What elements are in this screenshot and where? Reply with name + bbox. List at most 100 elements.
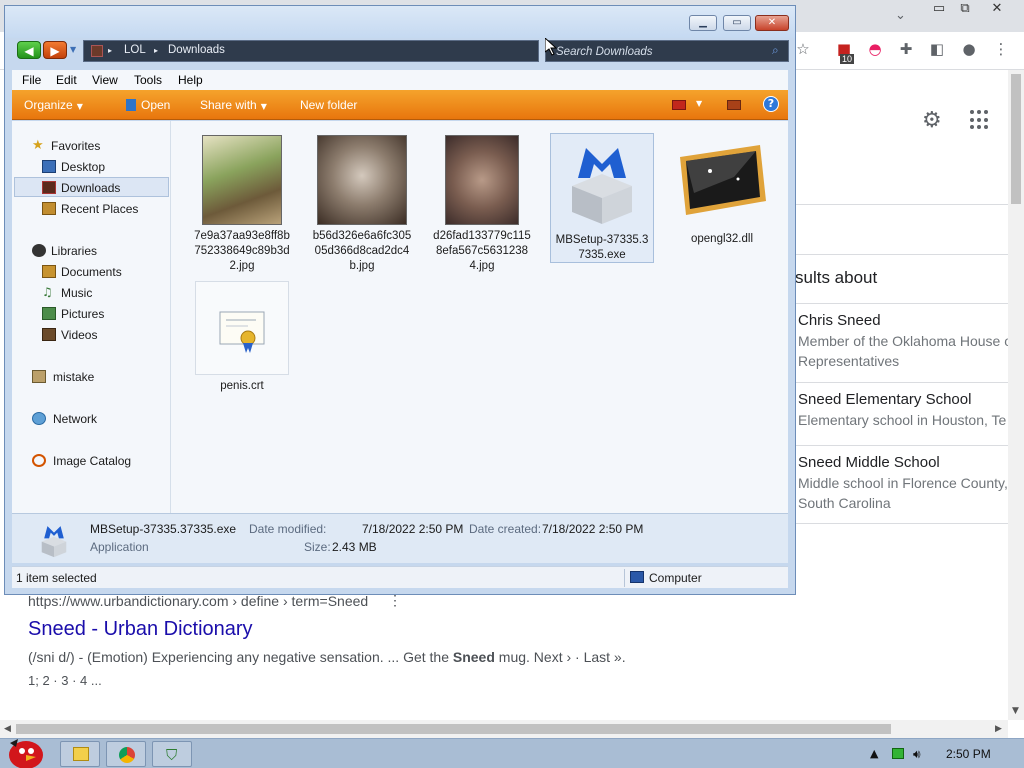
file-item[interactable]: penis.crt <box>190 279 294 394</box>
nav-desktop[interactable]: Desktop <box>14 157 169 177</box>
organize-button[interactable]: Organize ▼ <box>24 98 83 112</box>
file-list: 7e9a37aa93e8ff8b752338649c89b3d2.jpg b56… <box>172 121 788 513</box>
status-location: Computer <box>649 571 702 585</box>
entity-subtitle: Middle school in Florence County, South … <box>798 475 1008 511</box>
vertical-scroll-thumb[interactable] <box>1011 74 1021 204</box>
menu-help[interactable]: Help <box>178 73 203 87</box>
help-icon[interactable]: ? <box>763 96 779 112</box>
horizontal-scroll-thumb[interactable] <box>16 724 891 734</box>
start-button-angry-bird-icon[interactable] <box>4 733 46 768</box>
tab-search-chevron-icon[interactable]: ⌄ <box>895 8 906 23</box>
menu-tools[interactable]: Tools <box>134 73 162 87</box>
mouse-cursor-icon <box>545 38 557 56</box>
file-item[interactable]: b56d326e6a6fc30505d366d8cad2dc4b.jpg <box>310 131 414 274</box>
browser-close-button[interactable]: ✕ <box>986 2 1008 16</box>
nav-favorites[interactable]: ★ Favorites <box>14 136 169 156</box>
folder-icon <box>73 747 89 761</box>
result-title-link[interactable]: Sneed - Urban Dictionary <box>28 618 253 641</box>
explorer-titlebar[interactable]: ▁ ▭ ✕ <box>5 6 795 38</box>
breadcrumb-lol[interactable]: LOL <box>124 44 146 56</box>
nav-pictures[interactable]: Pictures <box>14 304 169 324</box>
breadcrumb-separator-icon[interactable]: ▸ <box>108 46 112 55</box>
scroll-right-arrow-icon[interactable]: ▶ <box>995 724 1002 734</box>
menu-file[interactable]: File <box>22 73 41 87</box>
certificate-thumb <box>195 281 289 375</box>
preview-pane-icon[interactable] <box>727 100 741 110</box>
result-url[interactable]: https://www.urbandictionary.com › define… <box>28 593 368 609</box>
extensions-puzzle-icon[interactable]: ✚ <box>895 40 917 62</box>
nav-recent-places[interactable]: Recent Places <box>14 199 169 219</box>
view-options-chevron-icon[interactable]: ▼ <box>696 99 702 108</box>
maximize-button[interactable]: ▭ <box>723 15 751 31</box>
nav-image-catalog[interactable]: Image Catalog <box>14 451 169 471</box>
extension-flag-icon[interactable]: ◓ <box>864 40 886 62</box>
share-with-button[interactable]: Share with ▼ <box>200 98 267 112</box>
minimize-button[interactable]: ▁ <box>689 15 717 31</box>
scroll-down-arrow-icon[interactable]: ▼ <box>1012 706 1019 716</box>
google-apps-grid-icon[interactable] <box>970 110 990 130</box>
nav-label: Downloads <box>61 181 121 195</box>
breadcrumb-separator-icon[interactable]: ▸ <box>154 46 158 55</box>
nav-label: Videos <box>61 328 98 342</box>
related-entity-chris-sneed[interactable]: Chris Sneed Member of the Oklahoma House… <box>795 303 1008 383</box>
file-item[interactable]: 7e9a37aa93e8ff8b752338649c89b3d2.jpg <box>190 131 294 274</box>
nav-music[interactable]: ♫ Music <box>14 283 169 303</box>
taskbar-clock[interactable]: 2:50 PM <box>946 747 991 761</box>
chevron-down-icon: ▼ <box>76 102 83 111</box>
browser-menu-icon[interactable]: ⋮ <box>990 40 1012 62</box>
forward-button[interactable]: ▶ <box>43 41 67 59</box>
search-settings-gear-icon[interactable]: ⚙ <box>922 108 942 133</box>
menu-view[interactable]: View <box>92 73 118 87</box>
nav-mistake[interactable]: mistake <box>14 367 169 387</box>
close-button[interactable]: ✕ <box>755 15 789 31</box>
new-folder-button[interactable]: New folder <box>300 98 357 112</box>
chrome-icon <box>119 747 135 763</box>
nav-downloads[interactable]: Downloads <box>14 177 169 197</box>
change-view-icon[interactable] <box>672 100 686 110</box>
image-thumbnail-icon <box>202 135 282 225</box>
profile-avatar-icon[interactable]: ● <box>958 40 980 62</box>
nav-network[interactable]: Network <box>14 409 169 429</box>
breadcrumb-downloads[interactable]: Downloads <box>168 44 225 56</box>
browser-restore-button[interactable]: ⧉ <box>954 2 976 16</box>
image-catalog-icon <box>32 454 46 467</box>
entity-title: Sneed Elementary School <box>798 391 972 408</box>
nav-documents[interactable]: Documents <box>14 262 169 282</box>
navigation-pane: ★ Favorites Desktop Downloads Recent Pla… <box>12 121 171 513</box>
taskbar: ⛉ ▲ 🔊︎ 2:50 PM <box>0 738 1024 768</box>
file-item[interactable]: opengl32.dll <box>670 133 774 247</box>
volume-icon[interactable]: 🔊︎ <box>913 747 921 762</box>
file-name: opengl32.dll <box>690 233 754 245</box>
related-entity-sneed-middle[interactable]: Sneed Middle School Middle school in Flo… <box>795 445 1008 524</box>
battery-icon[interactable] <box>892 748 904 759</box>
malwarebytes-installer-icon <box>41 526 67 558</box>
side-panel-icon[interactable]: ◧ <box>926 40 948 62</box>
search-icon[interactable]: ⌕ <box>772 43 779 58</box>
nav-label: Desktop <box>61 160 106 174</box>
browser-minimize-button[interactable]: ▭ <box>928 2 950 16</box>
taskbar-security-button[interactable]: ⛉ <box>152 741 192 767</box>
taskbar-chrome-button[interactable] <box>106 741 146 767</box>
show-hidden-icons-icon[interactable]: ▲ <box>870 747 878 760</box>
certificate-icon <box>219 311 265 353</box>
open-button[interactable]: Open <box>126 98 170 112</box>
snippet-bold: Sneed <box>452 649 495 665</box>
result-pages[interactable]: 1; 2 · 3 · 4 ... <box>28 673 102 688</box>
file-item[interactable]: d26fad133779c1158efa567c56312384.jpg <box>430 131 534 274</box>
recent-pages-chevron-icon[interactable]: ▼ <box>70 45 76 54</box>
file-item-selected[interactable]: MBSetup-37335.37335.exe <box>550 133 654 263</box>
videos-icon <box>42 328 56 341</box>
details-modified-value: 7/18/2022 2:50 PM <box>362 522 464 536</box>
menu-edit[interactable]: Edit <box>56 73 77 87</box>
taskbar-explorer-button[interactable] <box>60 741 100 767</box>
file-name: penis.crt <box>220 380 264 392</box>
related-entity-sneed-elementary[interactable]: Sneed Elementary School Elementary schoo… <box>795 382 1008 446</box>
nav-videos[interactable]: Videos <box>14 325 169 345</box>
search-input[interactable] <box>556 44 766 59</box>
back-button[interactable]: ◀ <box>17 41 41 59</box>
computer-icon <box>630 571 644 583</box>
nav-libraries[interactable]: Libraries <box>14 241 169 261</box>
search-box[interactable]: ⌕ <box>545 40 789 62</box>
address-bar[interactable]: ▸ LOL ▸ Downloads ▼ ↻ <box>83 40 612 62</box>
chevron-down-icon: ▼ <box>260 102 267 111</box>
